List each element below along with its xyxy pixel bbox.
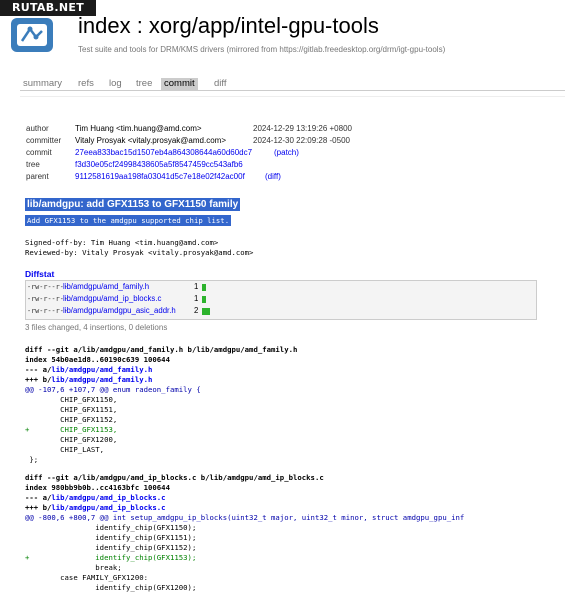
diff-hunk-header: @@ -107,6 +107,7 @@ enum radeon_family { [25, 385, 201, 394]
committer-value: Vitaly Prosyak <vitaly.prosyak@amd.com> [75, 136, 226, 145]
tab-log[interactable]: log [106, 78, 125, 90]
author-label: author [26, 124, 49, 133]
file-mode: -rw-r--r-- [27, 283, 68, 291]
repo-title: index : xorg/app/intel-gpu-tools [78, 13, 379, 38]
change-count: 1 [194, 294, 199, 303]
insertions-bar [202, 284, 206, 291]
diff-context-line: CHIP_GFX1150, [25, 395, 118, 404]
tab-diff[interactable]: diff [211, 78, 230, 90]
diff-plus-line: +++ b/lib/amdgpu/amd_ip_blocks.c [25, 503, 166, 512]
patch-link[interactable]: (patch) [274, 148, 299, 157]
file-mode: -rw-r--r-- [27, 295, 68, 303]
diffstat-row: -rw-r--r-- lib/amdgpu/amd_family.h 1 [27, 282, 535, 294]
parent-hash-link[interactable]: 9112581619aa198fa03041d5c7e18e02f42ac00f [75, 172, 245, 181]
author-value: Tim Huang <tim.huang@amd.com> [75, 124, 202, 133]
tree-label: tree [26, 160, 40, 169]
diff-minus-prefix: --- a/ [25, 365, 52, 374]
diff-context-line: identify_chip(GFX1152); [25, 543, 197, 552]
diff-context-line: CHIP_GFX1151, [25, 405, 118, 414]
diff-header: diff --git a/lib/amdgpu/amd_ip_blocks.c … [25, 473, 324, 482]
diff-header: diff --git a/lib/amdgpu/amd_family.h b/l… [25, 345, 298, 354]
diff-added-line: + identify_chip(GFX1153); [25, 553, 197, 562]
diff-context-line: CHIP_LAST, [25, 445, 105, 454]
diff-minus-line: --- a/lib/amdgpu/amd_ip_blocks.c [25, 493, 166, 502]
diffstat-file-link[interactable]: lib/amdgpu/amd_ip_blocks.c [63, 294, 161, 303]
tab-commit[interactable]: commit [161, 78, 198, 90]
change-count: 2 [194, 306, 199, 315]
diff-context-line: identify_chip(GFX1151); [25, 533, 197, 542]
diff-context-line: break; [25, 563, 122, 572]
diff-plus-prefix: +++ b/ [25, 375, 52, 384]
repo-description: Test suite and tools for DRM/KMS drivers… [78, 45, 446, 54]
diff-plus-prefix: +++ b/ [25, 503, 52, 512]
diffstat-row: -rw-r--r-- lib/amdgpu/amdgpu_asic_addr.h… [27, 306, 535, 318]
diff-plus-file-link[interactable]: lib/amdgpu/amd_ip_blocks.c [51, 503, 165, 512]
diff-context-line: case FAMILY_GFX1200: [25, 573, 149, 582]
change-count: 1 [194, 282, 199, 291]
diffstat-summary: 3 files changed, 4 insertions, 0 deletio… [25, 323, 168, 332]
insertions-bar [202, 296, 206, 303]
commit-label: commit [26, 148, 52, 157]
committer-label: committer [26, 136, 62, 145]
diff-minus-file-link[interactable]: lib/amdgpu/amd_family.h [51, 365, 152, 374]
diff-minus-file-link[interactable]: lib/amdgpu/amd_ip_blocks.c [51, 493, 165, 502]
diffstat-row: -rw-r--r-- lib/amdgpu/amd_ip_blocks.c 1 [27, 294, 535, 306]
diffstat-file-link[interactable]: lib/amdgpu/amdgpu_asic_addr.h [63, 306, 176, 315]
commit-message: Add GFX1153 to the amdgpu supported chip… [25, 215, 232, 226]
diff-context-line: identify_chip(GFX1150); [25, 523, 197, 532]
diff-minus-prefix: --- a/ [25, 493, 52, 502]
parent-diff-link[interactable]: (diff) [265, 172, 281, 181]
diff-added-line: + CHIP_GFX1153, [25, 425, 118, 434]
tab-bar: summary refs log tree commit diff [20, 78, 565, 91]
diff-minus-line: --- a/lib/amdgpu/amd_family.h [25, 365, 152, 374]
diff-hunk-header: @@ -800,6 +800,7 @@ int setup_amdgpu_ip_… [25, 513, 465, 522]
commit-subject: lib/amdgpu: add GFX1153 to GFX1150 famil… [25, 198, 241, 211]
diff-context-line: }; [25, 455, 39, 464]
diffstat-title[interactable]: Diffstat [25, 269, 54, 279]
diffstat-file-link[interactable]: lib/amdgpu/amd_family.h [63, 282, 149, 291]
cgit-logo-icon [11, 18, 53, 52]
signoff-line: Signed-off-by: Tim Huang <tim.huang@amd.… [25, 238, 219, 247]
insertions-bar [202, 308, 210, 315]
author-date: 2024-12-29 13:19:26 +0800 [253, 124, 352, 133]
tab-summary[interactable]: summary [20, 78, 65, 90]
commit-hash-link[interactable]: 27eea833bac15d1507eb4a864308644a60d60dc7 [75, 148, 252, 157]
diff-context-line: CHIP_GFX1200, [25, 435, 118, 444]
file-mode: -rw-r--r-- [27, 307, 68, 315]
diff-index: index 980bb9b0b..cc4163bfc 100644 [25, 483, 170, 492]
diff-context-line: identify_chip(GFX1200); [25, 583, 197, 592]
committer-date: 2024-12-30 22:09:28 -0500 [253, 136, 350, 145]
tab-refs[interactable]: refs [75, 78, 97, 90]
tab-tree[interactable]: tree [133, 78, 155, 90]
diff-plus-file-link[interactable]: lib/amdgpu/amd_family.h [51, 375, 152, 384]
tree-hash-link[interactable]: f3d30e05cf24998438605a5f8547459cc543afb6 [75, 160, 243, 169]
parent-label: parent [26, 172, 49, 181]
diff-plus-line: +++ b/lib/amdgpu/amd_family.h [25, 375, 152, 384]
reviewed-line: Reviewed-by: Vitaly Prosyak <vitaly.pros… [25, 248, 254, 257]
diff-context-line: CHIP_GFX1152, [25, 415, 118, 424]
diff-index: index 54b0ae1d8..60190c639 100644 [25, 355, 170, 364]
diffstat-table: -rw-r--r-- lib/amdgpu/amd_family.h 1 -rw… [25, 280, 537, 320]
